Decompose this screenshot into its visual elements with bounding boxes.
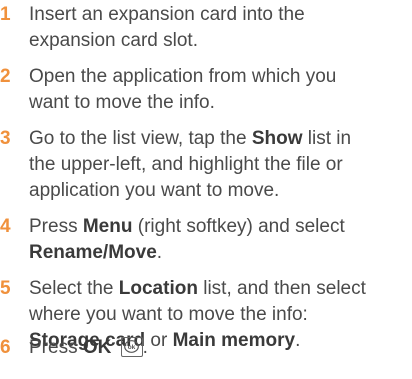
ok-button-icon: ok	[120, 337, 143, 357]
step-text-line: application you want to move.	[29, 178, 411, 204]
step-text: Press Menu (right softkey) and select Ren…	[29, 214, 411, 266]
step-text-line: Insert an expansion card into the	[29, 2, 411, 28]
bold-term: Menu	[82, 216, 133, 237]
text-run: list in	[302, 128, 352, 149]
text-run: Go to the list view, tap the	[29, 128, 252, 149]
text-run: Select the	[29, 278, 119, 299]
step-text-line: Press Menu (right softkey) and select	[29, 214, 411, 240]
step-text: Open the application from which you want …	[29, 64, 411, 116]
step-number: 1	[0, 4, 11, 25]
step-number: 2	[0, 66, 11, 87]
step-text-line: where you want to move the info:	[29, 302, 411, 328]
step-number: 4	[0, 216, 11, 237]
step-text-line: Open the application from which you	[29, 64, 411, 90]
svg-text:ok: ok	[127, 344, 135, 351]
step-text-line: expansion card slot.	[29, 28, 411, 54]
step-text-line: want to move the info.	[29, 90, 411, 116]
step-text-line: the upper-left, and highlight the file o…	[29, 152, 411, 178]
bold-term: OK	[82, 337, 112, 358]
text-run: the upper-left, and highlight the file o…	[29, 154, 343, 175]
step-text-line: Select the Location list, and then selec…	[29, 276, 411, 302]
text-run: .	[142, 337, 148, 358]
step-text-line: Go to the list view, tap the Show list i…	[29, 126, 411, 152]
step-text: Insert an expansion card into the expansi…	[29, 2, 411, 54]
text-run: want to move the info.	[29, 92, 215, 113]
text-run: .	[156, 242, 163, 263]
step-text: Go to the list view, tap the Show list i…	[29, 126, 411, 204]
bold-term: Rename/Move	[29, 242, 157, 263]
step-number: 6	[0, 337, 11, 358]
step-text-line: Press OK ok.	[29, 335, 411, 361]
step-number: 3	[0, 128, 11, 149]
text-run: Press	[29, 216, 83, 237]
step-number: 5	[0, 278, 11, 299]
text-run: expansion card slot.	[29, 30, 198, 51]
instruction-steps: 1 Insert an expansion card into the expans…	[0, 0, 412, 379]
step-text: Press OK ok.	[29, 335, 411, 361]
bold-term: Location	[118, 278, 198, 299]
step-text-line: Rename/Move.	[29, 240, 411, 266]
text-run: Open the application from which you	[29, 66, 337, 87]
text-run: (right softkey) and select	[132, 216, 345, 237]
text-run: Press	[29, 337, 83, 358]
text-run: where you want to move the info:	[29, 304, 308, 325]
text-run: application you want to move.	[29, 180, 280, 201]
text-run: list, and then select	[197, 278, 366, 299]
text-run	[111, 337, 116, 358]
text-run: Insert an expansion card into the	[29, 4, 305, 25]
bold-term: Show	[251, 128, 303, 149]
